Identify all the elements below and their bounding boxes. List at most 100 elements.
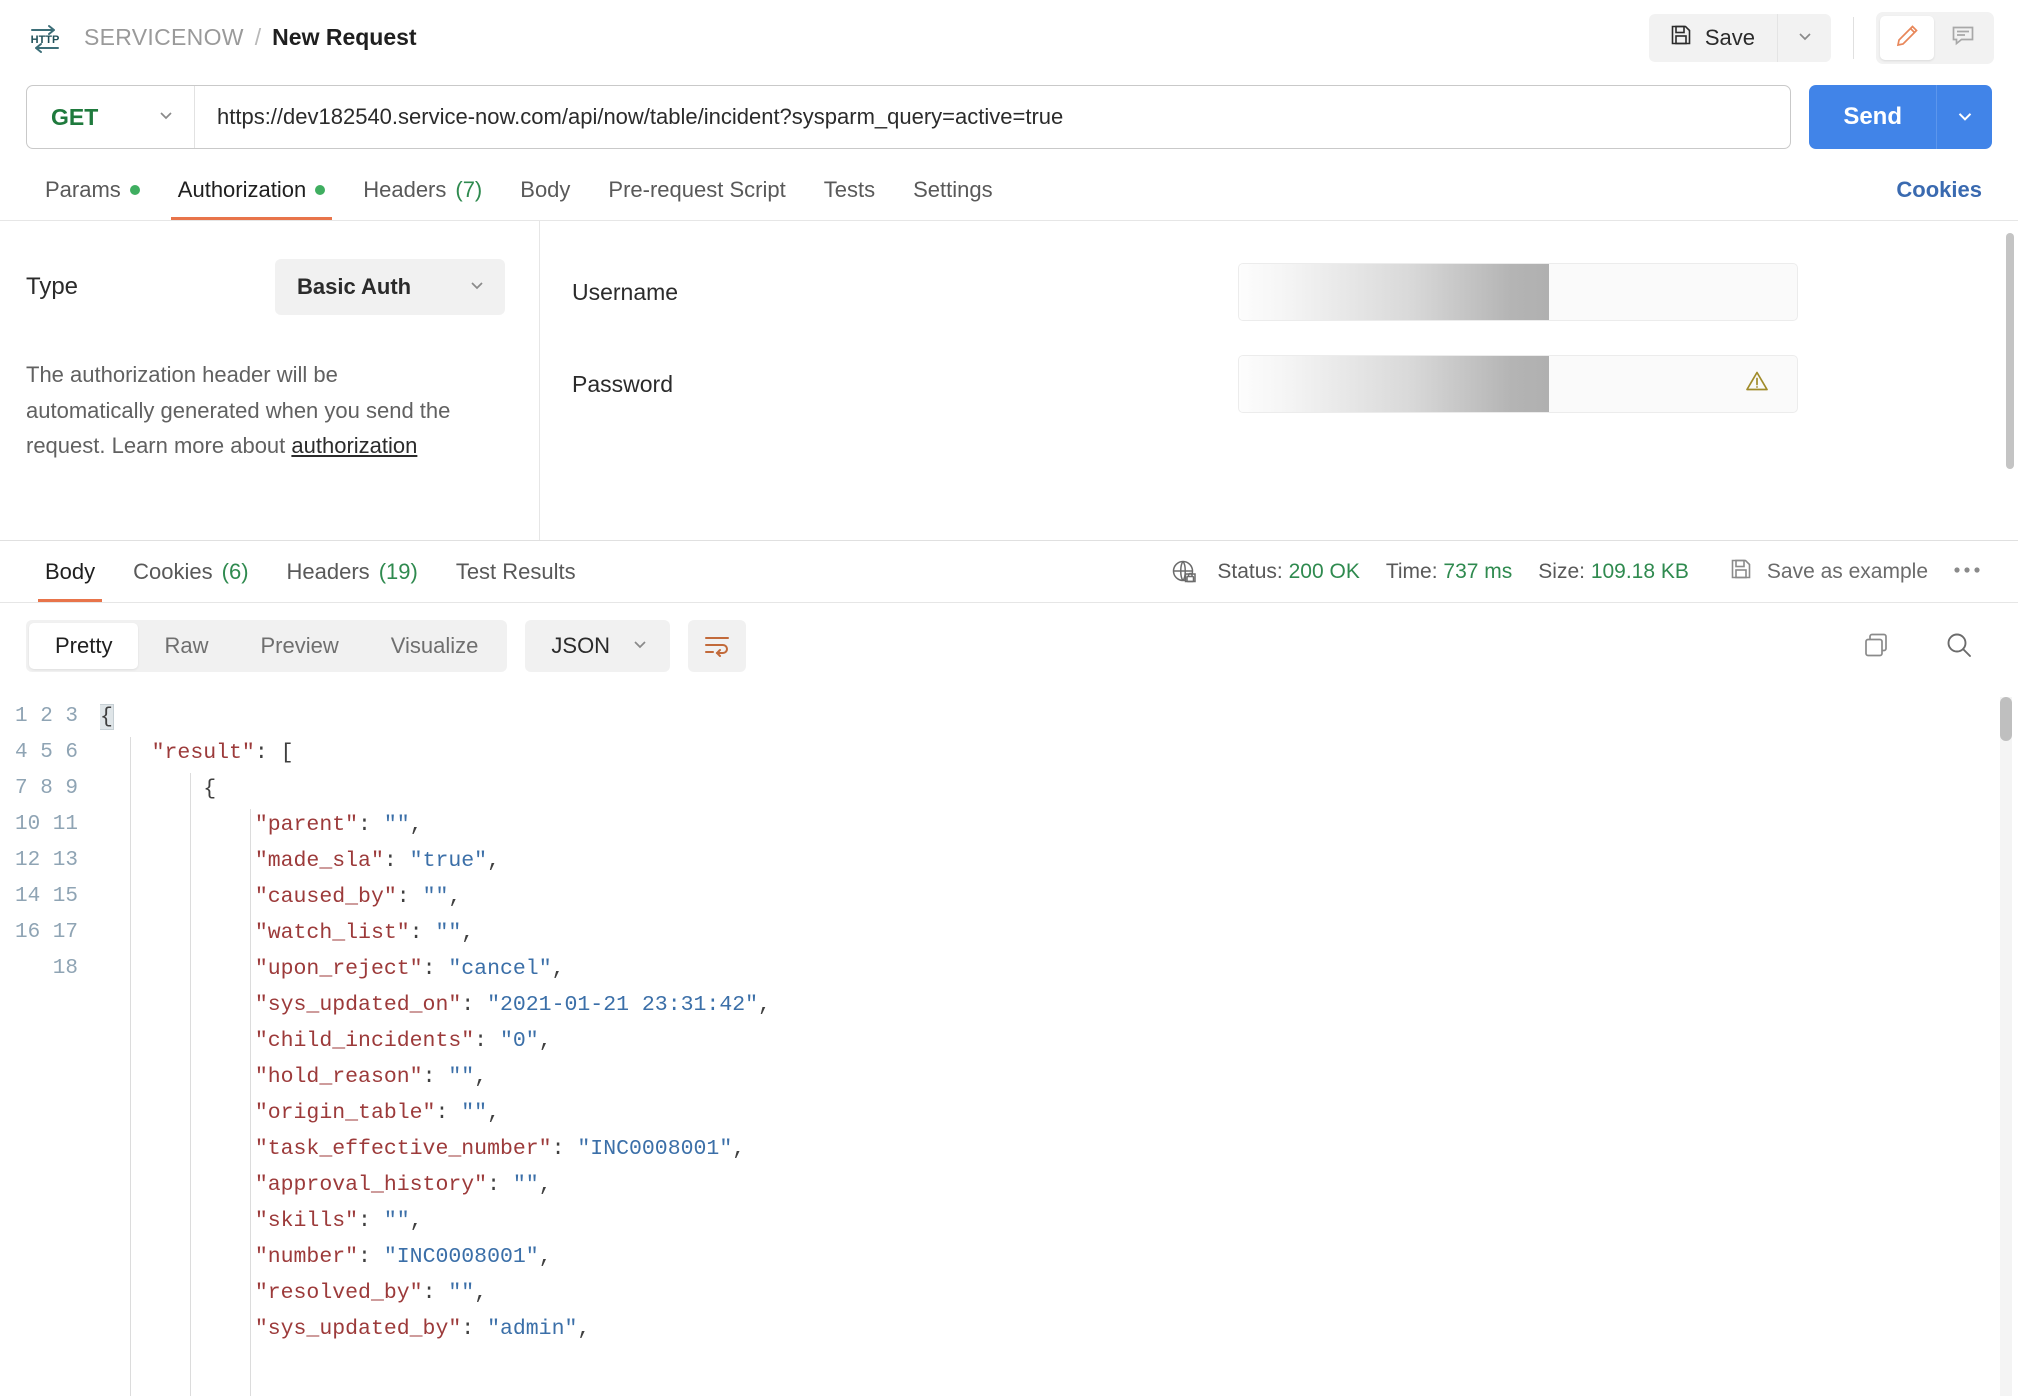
breadcrumb-current: New Request <box>272 24 417 50</box>
tab-label: Headers <box>286 558 370 584</box>
auth-type-section: Type Basic Auth The authorization header… <box>0 221 540 540</box>
url-row: GET Send <box>0 75 2018 159</box>
response-more-options-button[interactable] <box>1942 564 1992 579</box>
tab-settings[interactable]: Settings <box>894 159 1012 220</box>
response-body-viewer[interactable]: 1 2 3 4 5 6 7 8 9 10 11 12 13 14 15 16 1… <box>0 689 2018 1396</box>
tab-label: Tests <box>823 176 876 202</box>
modified-dot-icon <box>129 184 140 195</box>
url-input[interactable] <box>195 86 1791 148</box>
copy-icon <box>1862 631 1890 662</box>
tab-label: Params <box>45 176 121 202</box>
auth-type-row: Type Basic Auth <box>26 259 505 315</box>
globe-lock-icon <box>1169 557 1199 587</box>
code-scrollbar-track[interactable] <box>2000 697 2012 1396</box>
auth-type-select[interactable]: Basic Auth <box>275 259 505 315</box>
username-input[interactable] <box>1238 263 1798 321</box>
postman-window: HTTP SERVICENOW / New Request Save GET h… <box>0 0 2018 1396</box>
tab-authorization[interactable]: Authorization <box>159 159 344 220</box>
redacted-value-overlay <box>1239 264 1549 320</box>
edit-button[interactable] <box>1880 15 1934 60</box>
send-button[interactable]: Send <box>1809 85 1936 149</box>
view-pretty-button[interactable]: Pretty <box>29 623 139 669</box>
cookies-link[interactable]: Cookies <box>1886 159 1992 220</box>
comment-button[interactable] <box>1936 16 1990 60</box>
chevron-down-icon <box>1954 105 1976 130</box>
save-button[interactable]: Save <box>1648 13 1777 62</box>
auth-description-link[interactable]: authorization <box>291 433 417 458</box>
search-icon <box>1944 630 1974 663</box>
http-icon: HTTP <box>28 21 62 55</box>
tab-label: Authorization <box>177 176 307 202</box>
chevron-down-icon <box>630 634 650 659</box>
send-options-button[interactable] <box>1936 85 1992 149</box>
password-label: Password <box>572 370 673 397</box>
view-preview-button[interactable]: Preview <box>234 623 364 669</box>
auth-description: The authorization header will be automat… <box>26 357 456 464</box>
response-tabs: Body Cookies (6) Headers (19) Test Resul… <box>0 541 2018 603</box>
tab-body[interactable]: Body <box>501 159 589 220</box>
body-view-segmented-control: Pretty Raw Preview Visualize <box>26 620 508 672</box>
top-bar: HTTP SERVICENOW / New Request Save <box>0 0 2018 75</box>
send-button-group: Send <box>1809 85 1992 149</box>
breadcrumb-separator: / <box>254 24 262 50</box>
method-selector[interactable]: GET <box>27 86 195 148</box>
time-value: 737 ms <box>1443 559 1513 583</box>
tab-label: Headers <box>363 176 447 202</box>
warning-triangle-icon[interactable] <box>1743 368 1771 401</box>
tab-pre-request-script[interactable]: Pre-request Script <box>589 159 804 220</box>
auth-panel-scrollbar[interactable] <box>2006 233 2014 469</box>
wrap-lines-icon <box>703 633 731 660</box>
size-metric: Size: 109.18 KB <box>1538 560 1689 584</box>
status-metric: Status: 200 OK <box>1217 560 1359 584</box>
save-button-group: Save <box>1648 13 1831 62</box>
view-toggle-group <box>1876 11 1994 64</box>
pencil-icon <box>1894 23 1920 52</box>
save-as-example-button[interactable]: Save as example <box>1715 557 1942 587</box>
password-row: Password <box>540 349 2018 419</box>
authorization-panel: Type Basic Auth The authorization header… <box>0 221 2018 541</box>
view-raw-button[interactable]: Raw <box>138 623 234 669</box>
body-format-select[interactable]: JSON <box>525 620 671 672</box>
svg-text:HTTP: HTTP <box>31 34 60 46</box>
search-button[interactable] <box>1926 630 1992 663</box>
tab-count: (19) <box>378 558 418 584</box>
floppy-disk-icon <box>1669 23 1693 53</box>
tab-headers[interactable]: Headers (7) <box>344 159 501 220</box>
tab-count: (6) <box>221 558 249 584</box>
code-scroll-region[interactable]: { "result": [ { "parent": "", "made_sla"… <box>100 689 2018 1396</box>
tab-label: Cookies <box>133 558 213 584</box>
password-input[interactable] <box>1238 355 1798 413</box>
tabs-spacer <box>1012 159 1887 220</box>
size-label: Size: <box>1538 559 1585 583</box>
tab-params[interactable]: Params <box>26 159 159 220</box>
line-number-gutter: 1 2 3 4 5 6 7 8 9 10 11 12 13 14 15 16 1… <box>14 705 78 980</box>
username-label: Username <box>572 278 679 305</box>
time-label: Time: <box>1385 559 1438 583</box>
auth-type-label: Type <box>26 273 79 300</box>
chevron-down-icon <box>467 275 487 300</box>
copy-button[interactable] <box>1844 631 1908 662</box>
save-as-example-label: Save as example <box>1766 559 1928 583</box>
response-tab-test-results[interactable]: Test Results <box>437 541 595 602</box>
indent-guide <box>190 773 191 1396</box>
code-scrollbar-thumb[interactable] <box>2000 697 2012 741</box>
indent-guide <box>130 737 131 1396</box>
breadcrumb-collection[interactable]: SERVICENOW <box>84 24 244 51</box>
tab-label: Body <box>45 558 96 584</box>
body-format-value: JSON <box>551 633 611 658</box>
chevron-down-icon <box>156 105 176 130</box>
response-tab-headers[interactable]: Headers (19) <box>268 541 437 602</box>
response-body-toolbar: Pretty Raw Preview Visualize JSON <box>0 603 2018 689</box>
modified-dot-icon <box>315 184 326 195</box>
save-options-button[interactable] <box>1777 13 1831 62</box>
code-lines: { "result": [ { "parent": "", "made_sla"… <box>100 704 771 1341</box>
tab-tests[interactable]: Tests <box>805 159 894 220</box>
status-label: Status: <box>1217 559 1283 583</box>
username-row: Username <box>540 257 2018 327</box>
view-visualize-button[interactable]: Visualize <box>365 623 505 669</box>
response-tab-body[interactable]: Body <box>26 541 114 602</box>
wrap-lines-button[interactable] <box>688 620 747 672</box>
auth-credentials-section: Username Password <box>540 221 2018 540</box>
response-tab-cookies[interactable]: Cookies (6) <box>114 541 267 602</box>
tab-label: Pre-request Script <box>608 176 786 202</box>
